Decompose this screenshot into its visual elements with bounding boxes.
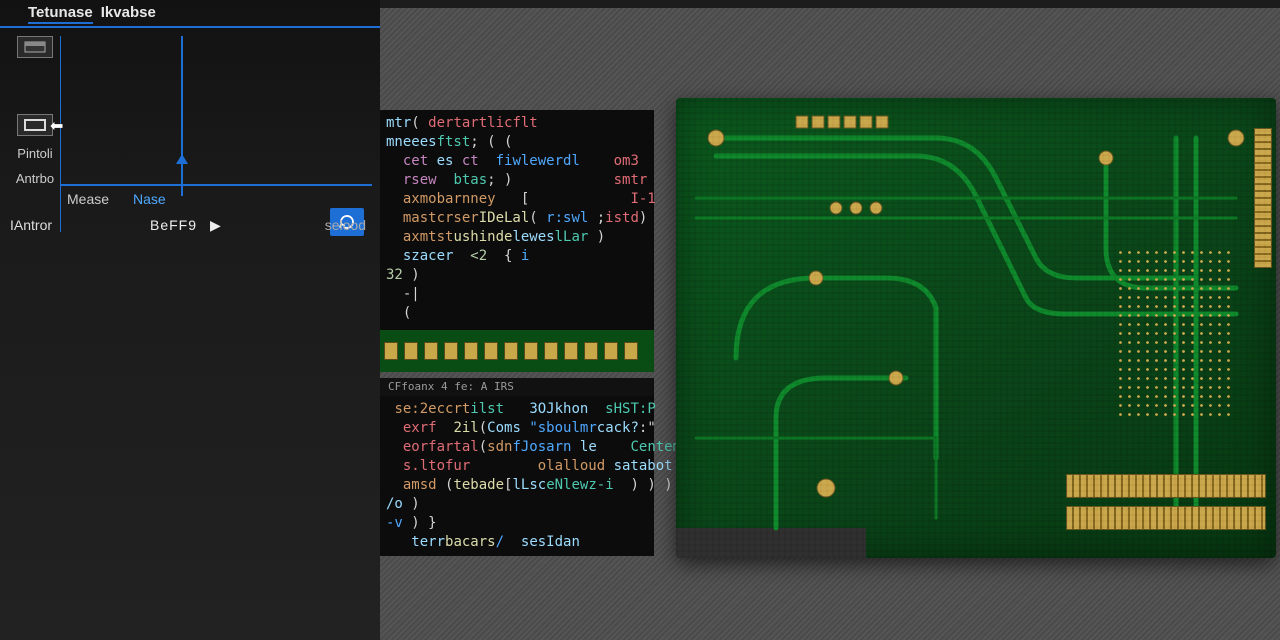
tool-column: Pintoli Antrbo <box>10 36 60 186</box>
console-header: CFfoanx 4 fe: A IRS <box>380 378 654 396</box>
transport-row: IAntror BeFF9 ▶ selood <box>10 212 372 238</box>
edge-connector-side <box>1254 128 1272 268</box>
tool-window-icon[interactable] <box>17 36 53 58</box>
label-nase[interactable]: Nase <box>133 191 166 207</box>
pcb-thumbnail-strip <box>380 330 654 372</box>
pcb-notch <box>676 528 866 558</box>
label-beff: BeFF9 <box>150 217 197 233</box>
code-editor-bottom[interactable]: se:2eccrtilst 3OJkhon sHST:P exrf 2il(Co… <box>380 396 654 556</box>
label-antror: IAntror <box>10 217 52 233</box>
tab-tetunase[interactable]: Tetunase <box>28 4 93 24</box>
label-selood: selood <box>325 217 366 233</box>
label-pintoli: Pintoli <box>10 146 60 161</box>
label-antrbo: Antrbo <box>10 171 60 186</box>
play-icon[interactable]: ▶ <box>210 217 221 234</box>
label-mease: Mease <box>67 191 109 207</box>
tool-rect-icon[interactable] <box>17 114 53 136</box>
timeline-area[interactable]: Mease Nase <box>60 36 372 232</box>
edge-connector-2 <box>1066 506 1266 530</box>
code-editor-top[interactable]: mtr( dertartlicflt mneeesftst; ( ( cet e… <box>380 110 654 330</box>
tab-ikvabse[interactable]: Ikvabse <box>101 4 156 24</box>
tab-bar: Tetunase Ikvabse <box>0 0 380 28</box>
edge-connector-1 <box>1066 474 1266 498</box>
via-array <box>1116 248 1236 418</box>
pcb-traces <box>676 98 1276 558</box>
back-arrow-icon[interactable]: ⬅ <box>50 116 63 136</box>
left-panel: Tetunase Ikvabse Pintoli Antrbo Mease Na… <box>0 0 380 640</box>
pcb-preview[interactable] <box>676 98 1276 558</box>
